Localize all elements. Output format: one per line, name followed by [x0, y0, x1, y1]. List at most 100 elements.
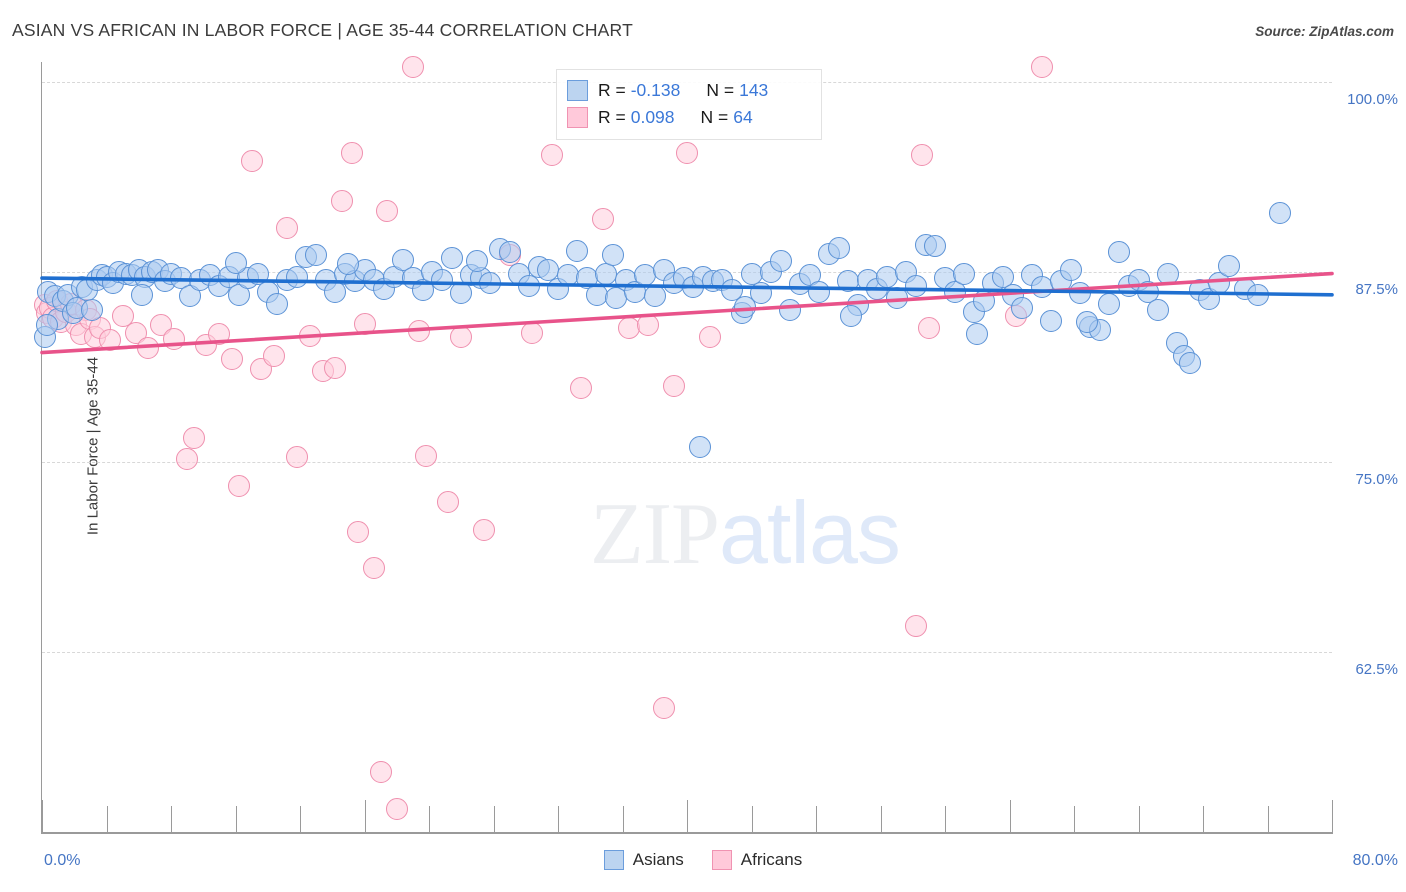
asian-data-point	[1040, 309, 1063, 332]
asian-data-point	[734, 295, 757, 318]
african-data-point	[298, 324, 321, 347]
african-data-point	[376, 200, 399, 223]
asian-data-point	[885, 286, 908, 309]
x-axis-tick	[945, 806, 946, 832]
african-data-point	[698, 326, 721, 349]
asian-data-point	[35, 314, 58, 337]
x-axis-tick	[687, 800, 688, 832]
african-data-point	[330, 189, 353, 212]
asians-legend-swatch	[603, 850, 624, 870]
watermark-zip: ZIP	[590, 486, 720, 583]
african-data-point	[340, 142, 363, 165]
asian-data-point	[1179, 352, 1202, 375]
asian-data-point	[904, 274, 927, 297]
asian-color-swatch	[567, 80, 588, 101]
gridline-75	[42, 462, 1332, 463]
asian-data-point	[808, 280, 831, 303]
african-data-point	[408, 320, 431, 343]
legend-item-asians[interactable]: Asians	[603, 850, 684, 870]
african-data-point	[592, 207, 615, 230]
african-data-point	[347, 520, 370, 543]
asian-data-point	[130, 283, 153, 306]
african-data-point	[414, 444, 437, 467]
x-axis-tick	[1203, 806, 1204, 832]
asian-data-point	[1156, 262, 1179, 285]
african-data-point	[437, 490, 460, 513]
asian-data-point	[601, 244, 624, 267]
african-data-point	[385, 797, 408, 820]
asian-data-point	[1108, 241, 1131, 264]
asian-data-point	[953, 262, 976, 285]
x-axis-tick	[364, 800, 366, 832]
african-data-point	[521, 321, 544, 344]
asian-data-point	[224, 251, 247, 274]
african-data-point	[227, 475, 250, 498]
x-axis-tick	[429, 806, 430, 832]
legend-item-africans[interactable]: Africans	[711, 850, 802, 870]
asian-r-value: -0.138	[630, 80, 681, 100]
african-data-point	[324, 356, 347, 379]
african-data-point	[137, 337, 160, 359]
african-data-point	[917, 317, 940, 340]
african-data-point	[182, 426, 205, 449]
chart-root: ASIAN VS AFRICAN IN LABOR FORCE | AGE 35…	[0, 0, 1406, 892]
african-data-point	[653, 697, 676, 720]
asian-data-point	[779, 299, 802, 321]
asian-data-point	[1069, 282, 1092, 305]
african-n-label: N =	[700, 107, 729, 127]
x-axis-tick	[622, 806, 624, 832]
asian-data-point	[1075, 311, 1098, 334]
asian-data-point	[1217, 254, 1240, 277]
x-axis-tick	[1074, 806, 1075, 832]
x-axis-tick	[235, 806, 237, 832]
y-tick-label-100: 100.0%	[1347, 91, 1398, 108]
y-tick-label-62.5: 62.5%	[1355, 661, 1398, 678]
african-data-point	[208, 323, 231, 346]
watermark: ZIPatlas	[590, 482, 901, 585]
x-axis-tick	[1138, 806, 1140, 832]
asian-data-point	[1059, 259, 1082, 282]
asian-data-point	[285, 265, 308, 288]
africans-legend-swatch	[711, 850, 732, 870]
asian-data-point	[1011, 297, 1034, 320]
african-data-point	[363, 557, 386, 580]
african-r-label: R =	[598, 107, 626, 127]
x-axis-tick	[1009, 800, 1011, 832]
african-data-point	[98, 329, 121, 352]
x-axis-tick	[751, 806, 753, 832]
african-data-point	[569, 376, 592, 399]
stats-row-africans: R = 0.098 N = 64	[567, 104, 811, 131]
gridline-62.5	[42, 652, 1332, 653]
african-data-point	[540, 143, 563, 166]
correlation-stats-legend: R = -0.138 N = 143 R = 0.098 N = 64	[556, 69, 822, 140]
african-data-point	[911, 143, 934, 166]
asian-data-point	[440, 247, 463, 270]
african-r-value: 0.098	[630, 107, 675, 127]
african-data-point	[663, 375, 686, 397]
asian-data-point	[1098, 292, 1121, 315]
series-legend: Asians Africans	[0, 850, 1406, 870]
african-color-swatch	[567, 107, 588, 128]
asian-data-point	[80, 299, 103, 321]
african-data-point	[176, 447, 199, 470]
asian-data-point	[430, 268, 453, 291]
asian-data-point	[924, 235, 947, 258]
asian-data-point	[479, 271, 502, 294]
page-title: ASIAN VS AFRICAN IN LABOR FORCE | AGE 35…	[12, 20, 633, 40]
african-data-point	[276, 216, 299, 239]
asians-legend-label: Asians	[632, 850, 684, 869]
x-axis-tick	[558, 806, 559, 832]
african-data-point	[240, 150, 263, 173]
african-data-point	[1030, 55, 1053, 78]
asian-data-point	[966, 323, 989, 346]
asian-n-value: 143	[739, 80, 769, 100]
african-data-point	[221, 347, 244, 370]
y-tick-label-87.5: 87.5%	[1355, 281, 1398, 298]
y-tick-label-75: 75.0%	[1355, 471, 1398, 488]
african-data-point	[353, 312, 376, 335]
plot-area: ZIPatlas	[34, 55, 1332, 833]
asian-data-point	[305, 244, 328, 267]
asian-data-point	[688, 435, 711, 458]
african-data-point	[163, 327, 186, 350]
asian-data-point	[837, 270, 860, 293]
